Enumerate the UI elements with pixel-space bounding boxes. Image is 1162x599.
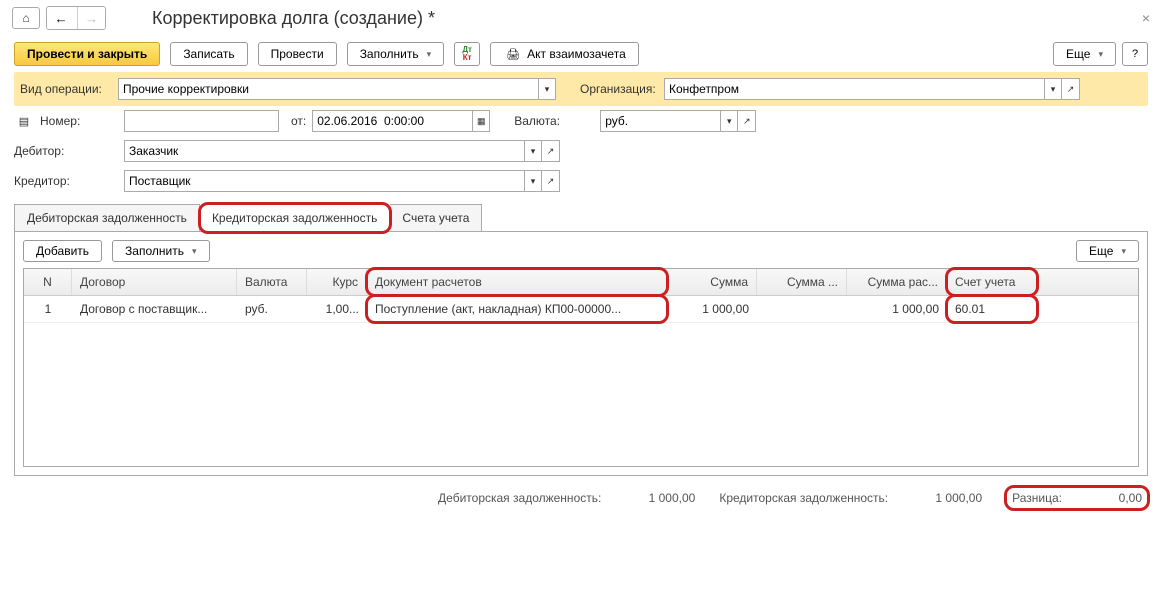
home-button[interactable]: ⌂ [12, 7, 40, 29]
table-row[interactable]: 1 Договор с поставщик... руб. 1,00... По… [24, 296, 1138, 323]
doc-icon: ▤ [14, 115, 34, 128]
number-label: Номер: [40, 114, 118, 128]
more-button[interactable]: Еще [1053, 42, 1116, 66]
footer-debit-value: 1 000,00 [605, 491, 695, 505]
post-button[interactable]: Провести [258, 42, 337, 66]
printer-icon: 🖨 [503, 48, 523, 61]
debtor-dropdown[interactable]: ▾ [524, 140, 542, 162]
footer-credit-value: 1 000,00 [892, 491, 982, 505]
grid: N Договор Валюта Курс Документ расчетов … [23, 268, 1139, 467]
calendar-button[interactable]: ▦ [472, 110, 490, 132]
calendar-icon: ▦ [477, 116, 486, 127]
cell-doc: Поступление (акт, накладная) КП00-00000.… [367, 296, 667, 322]
grid-header: N Договор Валюта Курс Документ расчетов … [24, 269, 1138, 296]
currency-dropdown[interactable]: ▾ [720, 110, 738, 132]
creditor-label: Кредитор: [14, 174, 114, 188]
page-title: Корректировка долга (создание) * [152, 8, 435, 29]
col-n[interactable]: N [24, 269, 72, 295]
forward-button[interactable]: → [77, 7, 105, 29]
op-type-label: Вид операции: [14, 82, 114, 96]
save-button[interactable]: Записать [170, 42, 247, 66]
currency-label: Валюта: [514, 114, 594, 128]
back-button[interactable]: ← [47, 7, 75, 29]
col-acct[interactable]: Счет учета [947, 269, 1037, 295]
cell-contract: Договор с поставщик... [72, 296, 237, 322]
creditor-dropdown[interactable]: ▾ [524, 170, 542, 192]
cell-acct: 60.01 [947, 296, 1037, 322]
org-label: Организация: [574, 82, 664, 96]
number-input[interactable] [124, 110, 279, 132]
tab-accounts[interactable]: Счета учета [390, 204, 482, 232]
footer-credit-label: Кредиторская задолженность: [719, 491, 888, 505]
netting-act-button[interactable]: 🖨Акт взаимозачета [490, 42, 639, 66]
cell-currency: руб. [237, 296, 307, 322]
cell-sum2 [757, 296, 847, 322]
fill-button[interactable]: Заполнить [347, 42, 444, 66]
cell-sum3: 1 000,00 [847, 296, 947, 322]
col-doc[interactable]: Документ расчетов [367, 269, 667, 295]
dtkt-icon: ДтКт [462, 46, 472, 62]
cell-sum: 1 000,00 [667, 296, 757, 322]
fill-grid-button[interactable]: Заполнить [112, 240, 209, 262]
col-sum2[interactable]: Сумма ... [757, 269, 847, 295]
date-input[interactable] [312, 110, 472, 132]
grid-more-button[interactable]: Еще [1076, 240, 1139, 262]
footer-diff-label: Разница: [1012, 491, 1062, 505]
creditor-open[interactable]: ↗ [542, 170, 560, 192]
post-and-close-button[interactable]: Провести и закрыть [14, 42, 160, 66]
add-row-button[interactable]: Добавить [23, 240, 102, 262]
tab-credit[interactable]: Кредиторская задолженность [200, 204, 390, 232]
org-dropdown[interactable]: ▾ [1044, 78, 1062, 100]
col-rate[interactable]: Курс [307, 269, 367, 295]
cell-rate: 1,00... [307, 296, 367, 322]
org-input[interactable] [664, 78, 1044, 100]
grid-body[interactable]: 1 Договор с поставщик... руб. 1,00... По… [24, 296, 1138, 466]
debtor-open[interactable]: ↗ [542, 140, 560, 162]
help-button[interactable]: ? [1122, 42, 1148, 66]
cell-n: 1 [24, 296, 72, 322]
date-label: от: [291, 114, 306, 128]
col-sum3[interactable]: Сумма рас... [847, 269, 947, 295]
close-button[interactable]: × [1142, 10, 1150, 26]
debtor-input[interactable] [124, 140, 524, 162]
tab-debit[interactable]: Дебиторская задолженность [14, 204, 200, 232]
nav-buttons: ← → [46, 6, 106, 30]
col-contract[interactable]: Договор [72, 269, 237, 295]
footer: Дебиторская задолженность: 1 000,00 Кред… [0, 479, 1162, 517]
currency-input[interactable] [600, 110, 720, 132]
col-sum[interactable]: Сумма [667, 269, 757, 295]
op-type-input[interactable] [118, 78, 538, 100]
tab-content: Добавить Заполнить Еще N Договор Валюта … [14, 231, 1148, 476]
currency-open[interactable]: ↗ [738, 110, 756, 132]
footer-diff-value: 0,00 [1092, 491, 1142, 505]
op-type-dropdown[interactable]: ▾ [538, 78, 556, 100]
debtor-label: Дебитор: [14, 144, 114, 158]
debit-credit-button[interactable]: ДтКт [454, 42, 480, 66]
org-open[interactable]: ↗ [1062, 78, 1080, 100]
col-currency[interactable]: Валюта [237, 269, 307, 295]
creditor-input[interactable] [124, 170, 524, 192]
footer-debit-label: Дебиторская задолженность: [438, 491, 601, 505]
home-icon: ⌂ [22, 11, 29, 25]
